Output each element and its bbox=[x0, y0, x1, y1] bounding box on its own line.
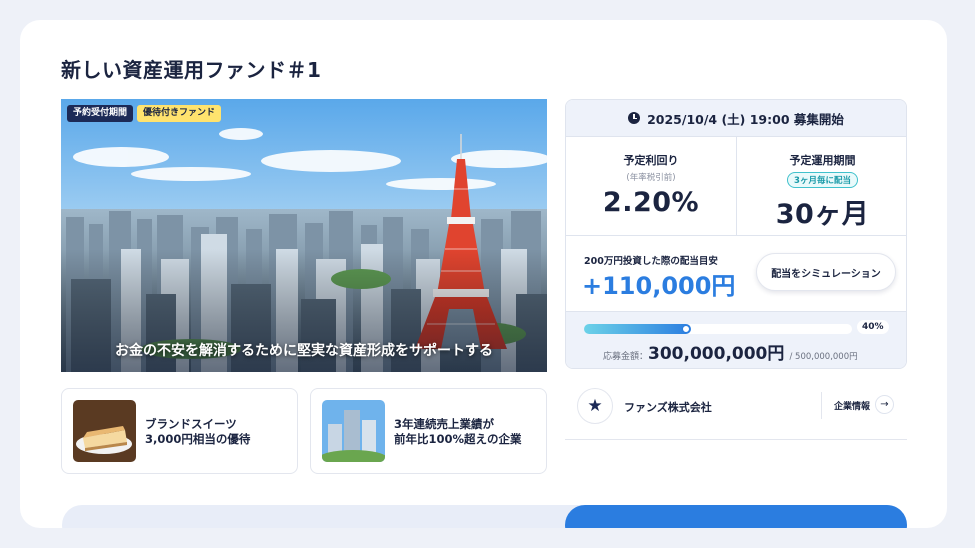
company-info-link[interactable]: 企業情報 bbox=[834, 399, 870, 412]
raise-label: 応募金額： bbox=[603, 352, 649, 362]
arrow-right-icon[interactable]: → bbox=[875, 395, 894, 414]
cheesecake-image bbox=[73, 400, 136, 462]
stats-row: 予定利回り (年率税引前) 2.20% 予定運用期間 3ヶ月毎に配当 30ヶ月 bbox=[566, 137, 906, 236]
feature-line: ブランドスイーツ bbox=[145, 417, 237, 431]
star-icon: ★ bbox=[577, 388, 613, 424]
period-label: 予定運用期間 bbox=[789, 154, 856, 167]
feature-card-company[interactable]: 3年連続売上業績が 前年比100%超えの企業 bbox=[310, 388, 547, 474]
progress-bar bbox=[584, 324, 852, 334]
feature-text: 3年連続売上業績が 前年比100%超えの企業 bbox=[394, 417, 522, 447]
raise-total: / 500,000,000円 bbox=[789, 352, 858, 362]
hero-caption: お金の不安を解消するために堅実な資産形成をサポートする bbox=[115, 343, 493, 359]
start-date-header: 2025/10/4 (土) 19:00 募集開始 bbox=[566, 100, 906, 137]
feature-line: 前年比100%超えの企業 bbox=[394, 432, 522, 446]
benefit-fund-badge: 優待付きファンド bbox=[137, 105, 222, 122]
hero-image: 予約受付期間 優待付きファンド お金の不安を解消するために堅実な資産形成をサポー… bbox=[61, 99, 547, 372]
dividend-frequency-chip: 3ヶ月毎に配当 bbox=[787, 172, 858, 188]
feature-card-sweets[interactable]: ブランドスイーツ 3,000円相当の優待 bbox=[61, 388, 298, 474]
feature-line: 3年連続売上業績が bbox=[394, 417, 495, 431]
yield-stat: 予定利回り (年率税引前) 2.20% bbox=[566, 137, 737, 236]
simulation-value: +110,000円 bbox=[582, 272, 736, 300]
reservation-badge: 予約受付期間 bbox=[67, 105, 134, 122]
primary-action-button[interactable] bbox=[565, 505, 907, 528]
simulate-dividend-button[interactable]: 配当をシミュレーション bbox=[756, 253, 896, 291]
dividend-simulation: 200万円投資した際の配当目安 +110,000円 配当をシミュレーション bbox=[566, 236, 906, 312]
yield-sub: (年率税引前) bbox=[626, 173, 676, 183]
progress-bar-fill bbox=[584, 324, 692, 334]
feature-line: 3,000円相当の優待 bbox=[145, 432, 251, 446]
funding-progress: 40% 応募金額：300,000,000円 / 500,000,000円 bbox=[566, 312, 906, 368]
raise-amount: 応募金額：300,000,000円 / 500,000,000円 bbox=[603, 339, 858, 364]
divider bbox=[821, 392, 822, 419]
buildings-image bbox=[322, 400, 385, 462]
company-name: ファンズ株式会社 bbox=[624, 401, 712, 414]
period-stat: 予定運用期間 3ヶ月毎に配当 30ヶ月 bbox=[737, 137, 906, 236]
progress-percent: 40% bbox=[857, 320, 889, 334]
period-value: 30ヶ月 bbox=[775, 199, 870, 230]
tokyo-skyline-image bbox=[61, 99, 547, 372]
yield-label: 予定利回り bbox=[623, 154, 679, 167]
yield-value: 2.20% bbox=[602, 187, 700, 218]
feature-text: ブランドスイーツ 3,000円相当の優待 bbox=[145, 417, 250, 447]
start-date-text: 2025/10/4 (土) 19:00 募集開始 bbox=[647, 111, 844, 127]
hero-badges: 予約受付期間 優待付きファンド bbox=[67, 105, 222, 122]
simulation-label: 200万円投資した際の配当目安 bbox=[584, 256, 718, 267]
raise-value: 300,000,000円 bbox=[648, 344, 785, 364]
page-title: 新しい資産運用ファンド＃1 bbox=[61, 58, 322, 82]
fund-info-panel: 2025/10/4 (土) 19:00 募集開始 予定利回り (年率税引前) 2… bbox=[565, 99, 907, 369]
clock-icon bbox=[628, 112, 641, 124]
fund-card: 新しい資産運用ファンド＃1 予約受付期間 優待付きファンド お金の不安を解消する… bbox=[20, 20, 947, 528]
company-row: ★ ファンズ株式会社 企業情報 → bbox=[565, 383, 907, 440]
